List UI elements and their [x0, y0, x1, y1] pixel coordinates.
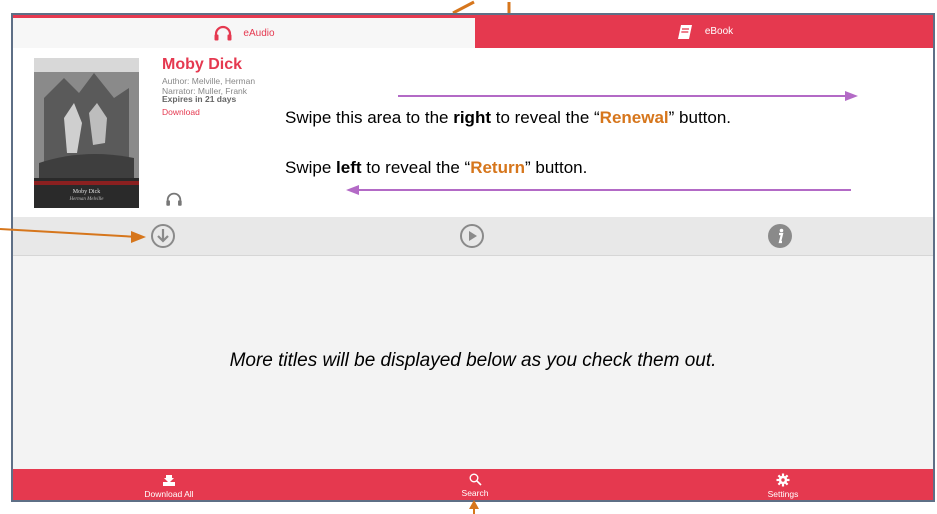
download-callout-arrowhead: [131, 231, 146, 243]
download-callout-line: [0, 228, 139, 238]
callout-overlay: [0, 228, 479, 514]
screenshot-frame: eAudio eBook Moby Dick Herman Melville M…: [0, 0, 937, 514]
search-callout-arrowhead: [469, 500, 479, 509]
